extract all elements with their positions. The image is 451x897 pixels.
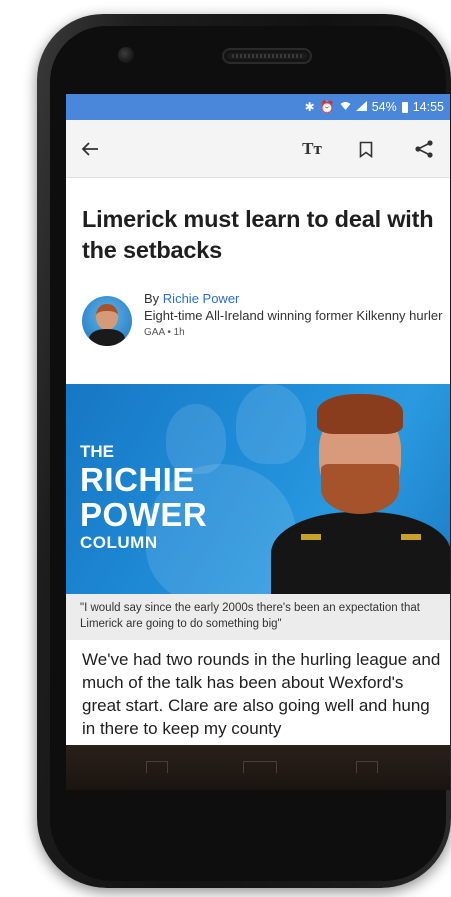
status-time: 14:55 — [412, 100, 444, 114]
phone-screen: ✱ ⏰ 54% 14:55 Tт Limerick must learn to … — [66, 94, 450, 745]
author-description: Eight-time All-Ireland winning former Ki… — [144, 308, 443, 323]
by-row: By Richie Power — [144, 290, 444, 307]
article-headline: Limerick must learn to deal with the set… — [82, 206, 434, 263]
battery-percent: 54% — [371, 100, 397, 114]
image-caption: "I would say since the early 2000s there… — [66, 594, 450, 640]
article-meta: GAA • 1h — [144, 327, 185, 338]
battery-icon — [401, 101, 408, 113]
hero-title-line-4: COLUMN — [80, 533, 158, 552]
wifi-icon — [340, 101, 351, 113]
arrow-back-icon — [81, 142, 98, 156]
speaker-grill — [232, 54, 302, 58]
columnist-photo — [271, 394, 450, 594]
hero-title-line-3: POWER — [80, 496, 208, 533]
status-bar: ✱ ⏰ 54% 14:55 — [66, 94, 450, 120]
text-size-button[interactable]: Tт — [292, 120, 332, 178]
byline-text: By Richie Power Eight-time All-Ireland w… — [144, 290, 444, 338]
hero-title-line-1: THE — [80, 442, 114, 461]
alarm-icon: ⏰ — [319, 100, 335, 114]
text-size-icon: Tт — [302, 139, 322, 158]
article-toolbar: Tт — [66, 120, 450, 178]
bookmark-icon — [359, 141, 373, 158]
share-button[interactable] — [404, 120, 444, 178]
nav-recent-key[interactable] — [356, 761, 378, 773]
nav-home-key[interactable] — [243, 761, 277, 773]
bluetooth-icon: ✱ — [304, 100, 315, 114]
back-button[interactable] — [70, 120, 110, 178]
article-body: We've had two rounds in the hurling leag… — [82, 650, 441, 738]
author-avatar[interactable] — [82, 296, 132, 346]
author-link[interactable]: Richie Power — [163, 291, 240, 306]
hero-image: THE RICHIE POWER COLUMN — [66, 384, 450, 594]
hero-title-line-2: RICHIE — [80, 461, 195, 498]
bookmark-button[interactable] — [346, 120, 386, 178]
front-camera — [118, 47, 134, 63]
author-byline: By Richie Power Eight-time All-Ireland w… — [82, 290, 442, 360]
share-icon — [415, 140, 433, 158]
hardware-nav-bar — [66, 745, 450, 790]
signal-icon — [355, 101, 367, 113]
by-prefix: By — [144, 291, 163, 306]
hero-title: THE RICHIE POWER COLUMN — [80, 442, 207, 554]
nav-back-key[interactable] — [146, 761, 168, 773]
